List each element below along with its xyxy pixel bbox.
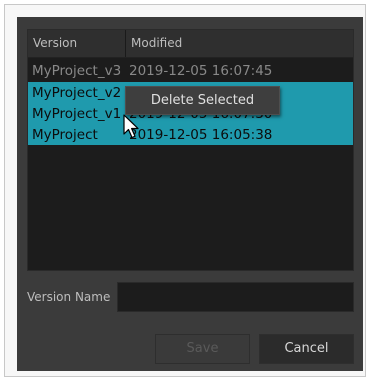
column-header-modified[interactable]: Modified — [126, 30, 353, 57]
column-header-version[interactable]: Version — [28, 30, 126, 57]
version-list[interactable]: Version Modified MyProject_v3 2019-12-05… — [27, 29, 354, 271]
version-list-header: Version Modified — [28, 30, 353, 58]
version-row[interactable]: MyProject_v3 2019-12-05 16:07:45 — [28, 60, 353, 81]
version-name-label: Version Name — [27, 290, 111, 304]
context-menu-delete-selected[interactable]: Delete Selected — [125, 86, 280, 115]
cancel-button[interactable]: Cancel — [259, 334, 354, 364]
mouse-pointer-icon — [123, 114, 139, 139]
version-name-input[interactable] — [117, 282, 354, 312]
save-button[interactable]: Save — [155, 334, 250, 364]
version-cell: MyProject_v1 — [32, 105, 122, 122]
version-cell: MyProject — [32, 126, 98, 143]
version-row-selected[interactable]: MyProject 2019-12-05 16:05:38 — [28, 124, 353, 145]
modified-cell: 2019-12-05 16:05:38 — [129, 126, 273, 143]
version-cell: MyProject_v2 — [32, 84, 122, 101]
version-cell: MyProject_v3 — [32, 62, 122, 79]
modified-cell: 2019-12-05 16:07:45 — [129, 62, 273, 79]
